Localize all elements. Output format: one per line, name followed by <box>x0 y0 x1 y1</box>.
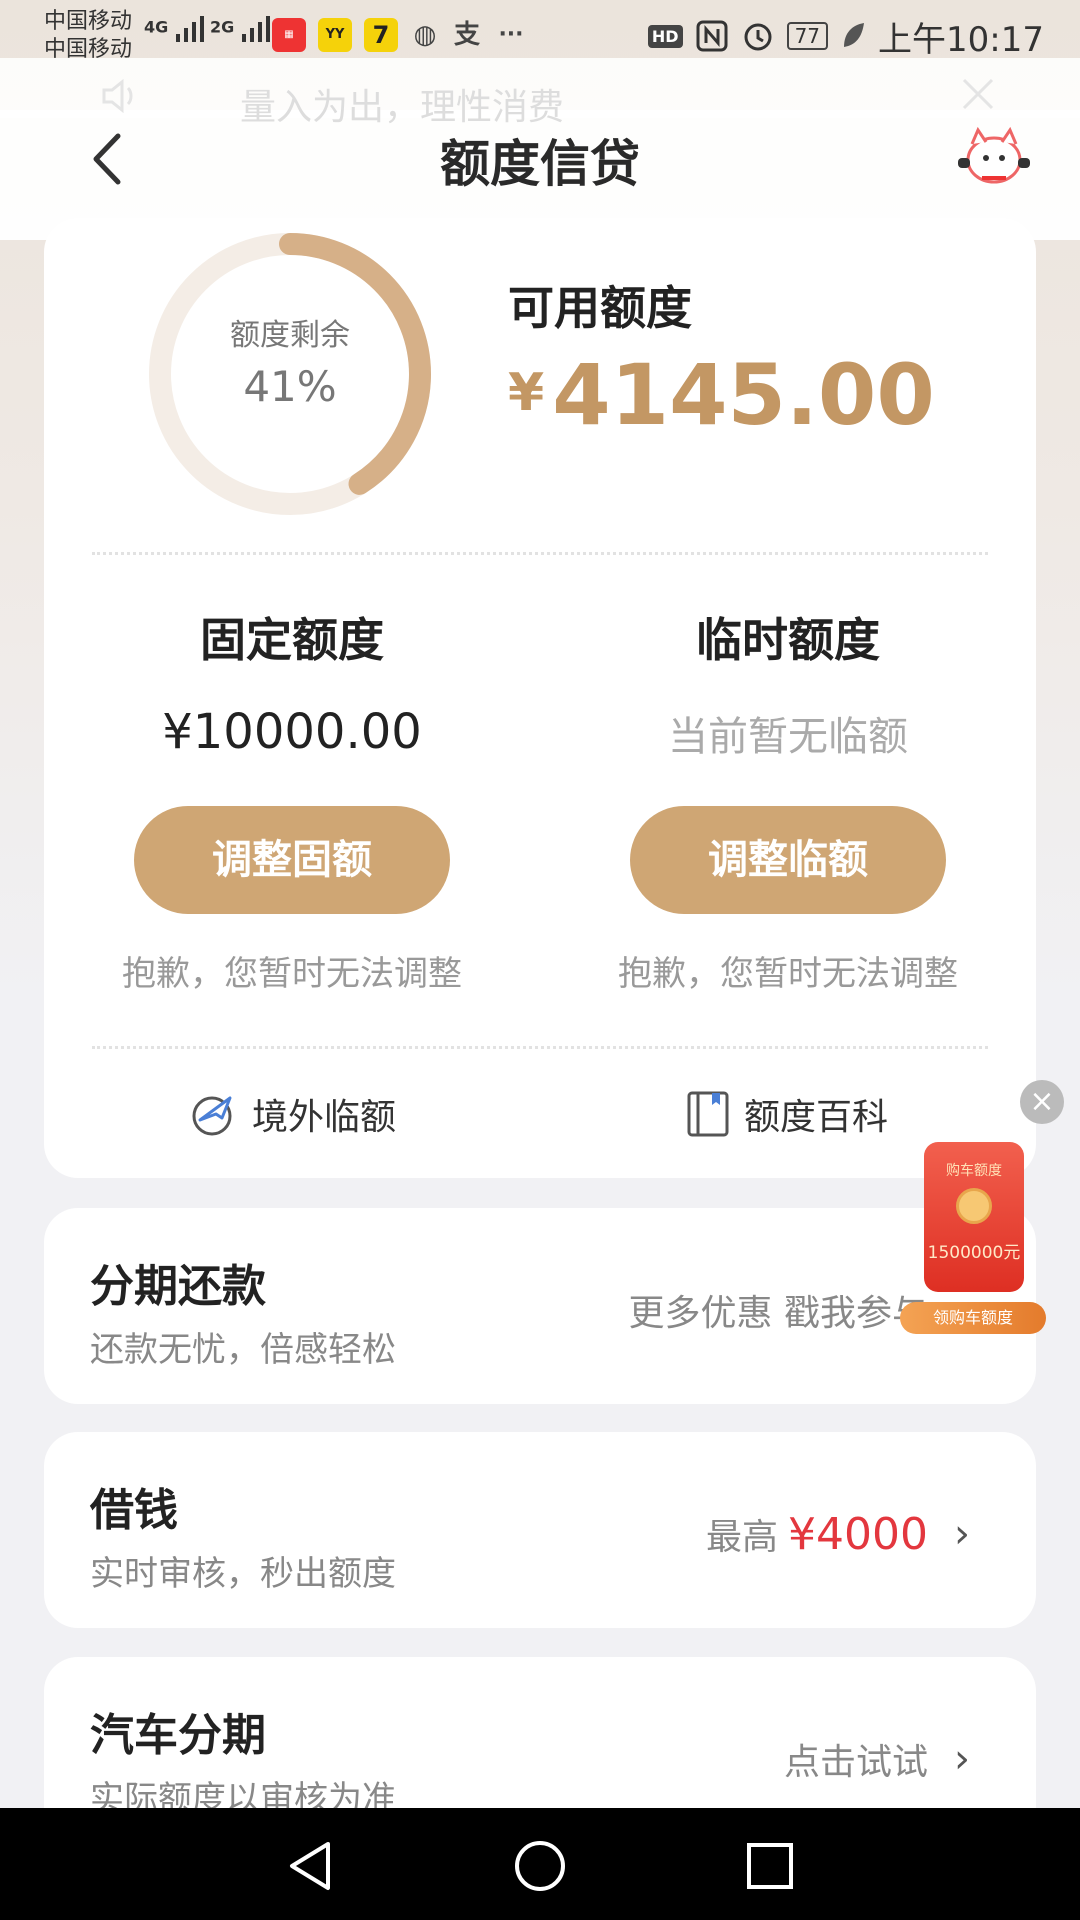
adjust-fixed-button[interactable]: 调整固额 <box>134 806 450 914</box>
available-amount: ¥4145.00 <box>508 346 935 444</box>
promo-amount: 1500000元 <box>927 1243 1021 1263</box>
yy-app-icon: YY <box>318 18 352 52</box>
limit-encyclopedia-link[interactable]: 额度百科 <box>686 1088 888 1140</box>
fixed-value: ¥10000.00 <box>162 704 422 760</box>
adjust-temporary-button[interactable]: 调整临额 <box>630 806 946 914</box>
installment-subtitle: 还款无忧，倍感轻松 <box>90 1330 396 1370</box>
seven-app-icon: 7 <box>364 18 398 52</box>
temporary-value: 当前暂无临额 <box>668 714 908 760</box>
nav-recents-icon[interactable] <box>740 1836 800 1896</box>
coin-icon <box>956 1188 992 1224</box>
car-try-text: 点击试试 › <box>784 1733 970 1785</box>
car-title: 汽车分期 <box>90 1710 266 1761</box>
divider <box>92 1046 988 1049</box>
donut-percent: 41% <box>243 362 337 411</box>
limit-encyclopedia-label: 额度百科 <box>744 1097 889 1138</box>
nfc-icon <box>696 20 728 52</box>
currency-symbol: ¥ <box>508 363 545 423</box>
carrier-labels: 中国移动 中国移动 <box>44 8 132 64</box>
page-title: 额度信贷 <box>440 135 640 193</box>
car-try-label: 点击试试 <box>783 1742 928 1783</box>
signal-2g-icon: 2G <box>210 14 278 42</box>
borrow-card[interactable]: 借钱 实时审核，秒出额度 最高 ¥4000 › <box>44 1432 1036 1628</box>
leaf-icon <box>844 23 865 47</box>
overseas-limit-link[interactable]: 境外临额 <box>190 1088 396 1140</box>
status-right: HD 77 上午10:17 <box>647 12 1044 60</box>
borrow-prefix: 最高 <box>706 1517 779 1558</box>
donut-label: 额度剩余 <box>230 318 350 353</box>
installment-title: 分期还款 <box>90 1261 266 1312</box>
net-type-2: 2G <box>210 17 235 37</box>
alarm-icon <box>744 23 772 51</box>
net-type-1: 4G <box>144 17 169 37</box>
nav-home-icon[interactable] <box>510 1836 570 1896</box>
speaker-icon <box>102 78 133 114</box>
overseas-limit-label: 境外临额 <box>252 1097 397 1138</box>
temporary-title: 临时额度 <box>696 613 880 667</box>
borrow-max-amount: 最高 ¥4000 › <box>706 1508 970 1560</box>
promo-claim-button[interactable]: 领购车额度 <box>900 1302 1046 1334</box>
promo-close-button[interactable]: × <box>1020 1080 1064 1124</box>
carrier-1: 中国移动 <box>44 9 133 34</box>
chevron-right-icon: › <box>954 1511 970 1557</box>
hd-icon: HD <box>647 24 683 48</box>
temporary-note: 抱歉，您暂时无法调整 <box>618 954 958 994</box>
app-notification-icon: ▦ <box>272 18 306 52</box>
notice-text: 量入为出，理性消费 <box>240 87 565 128</box>
divider <box>92 552 988 555</box>
notice-close-icon[interactable] <box>956 72 1000 116</box>
borrow-subtitle: 实时审核，秒出额度 <box>90 1554 396 1594</box>
chevron-right-icon: › <box>954 1736 970 1782</box>
clock-time: 上午10:17 <box>878 19 1044 60</box>
borrow-amount: ¥4000 <box>788 1508 928 1560</box>
plane-globe-icon <box>192 1096 232 1136</box>
shield-app-icon: ◍ <box>413 20 437 50</box>
fixed-title: 固定额度 <box>200 613 384 667</box>
more-notifications-icon: ··· <box>498 22 524 47</box>
mascot-icon[interactable] <box>956 124 1032 188</box>
signal-4g-icon: 4G <box>144 14 212 42</box>
nav-back-icon[interactable] <box>280 1836 340 1896</box>
fixed-note: 抱歉，您暂时无法调整 <box>122 954 462 994</box>
promo-envelope-title: 购车额度 <box>946 1163 1002 1179</box>
battery-indicator: 77 <box>786 22 829 50</box>
book-icon <box>687 1091 729 1137</box>
available-amount-value: 4145.00 <box>552 346 935 444</box>
available-title: 可用额度 <box>508 281 692 335</box>
borrow-title: 借钱 <box>90 1485 178 1536</box>
alipay-app-icon: 支 <box>453 20 480 50</box>
